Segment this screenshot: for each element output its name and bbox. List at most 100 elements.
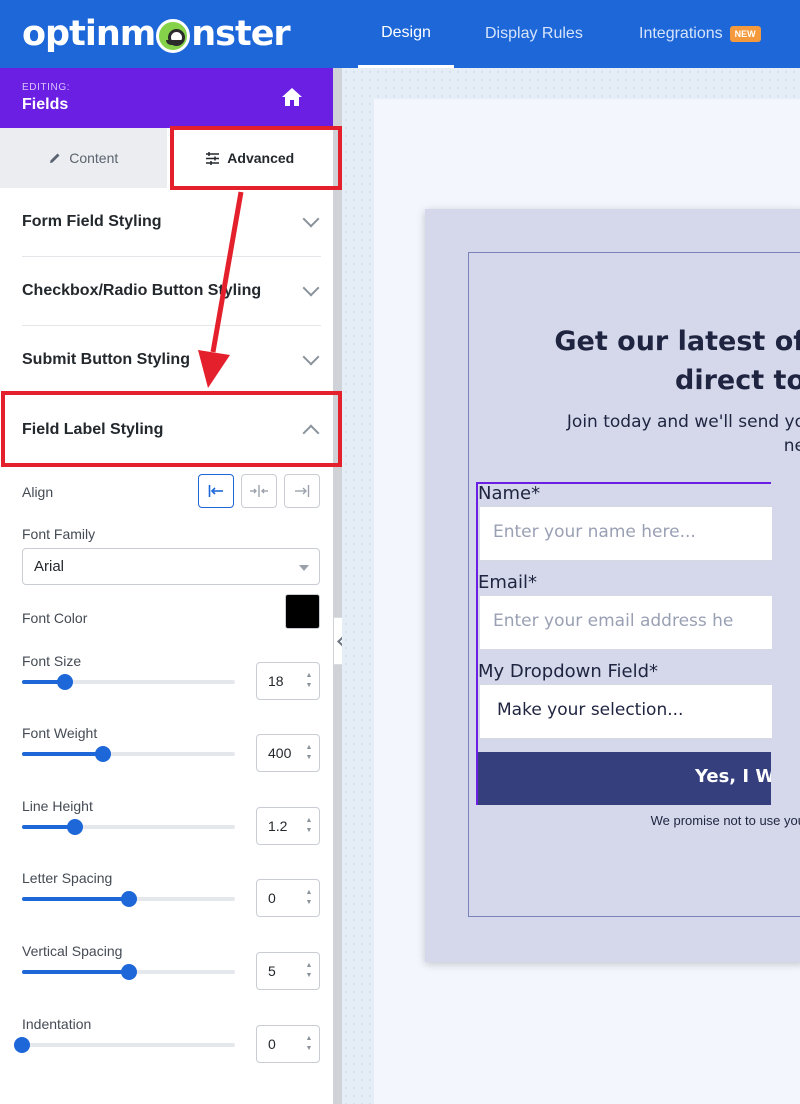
slider-control: Line Height 1.2 ▲ ▼ bbox=[22, 798, 320, 845]
number-input[interactable]: 0 ▲ ▼ bbox=[256, 1025, 320, 1063]
slider-control: Letter Spacing 0 ▲ ▼ bbox=[22, 870, 320, 917]
slider-label: Indentation bbox=[22, 1016, 92, 1032]
editing-header: EDITING: Fields bbox=[0, 68, 333, 128]
dropdown-select[interactable]: Make your selection... bbox=[479, 684, 772, 739]
font-color-label: Font Color bbox=[22, 610, 88, 626]
font-family-select[interactable]: Arial bbox=[22, 548, 320, 585]
slider-track[interactable] bbox=[22, 674, 235, 690]
email-input[interactable]: Enter your email address he bbox=[479, 595, 772, 650]
slider-label: Letter Spacing bbox=[22, 870, 113, 886]
headline-line-2: direct to bbox=[675, 365, 800, 396]
home-icon[interactable] bbox=[281, 87, 303, 107]
slider-knob[interactable] bbox=[120, 964, 137, 980]
slider-track[interactable] bbox=[22, 891, 235, 907]
slider-fill bbox=[22, 752, 103, 756]
number-input[interactable]: 0 ▲ ▼ bbox=[256, 879, 320, 917]
tab-design[interactable]: Design bbox=[358, 0, 454, 68]
font-family-control: Font Family Arial bbox=[22, 526, 320, 585]
slider-fill bbox=[22, 970, 129, 974]
slider-track[interactable] bbox=[22, 819, 235, 835]
chevron-down-icon bbox=[302, 210, 320, 228]
number-value: 0 bbox=[268, 1036, 276, 1052]
slider-track[interactable] bbox=[22, 964, 235, 980]
align-right-icon bbox=[295, 485, 310, 497]
new-badge: NEW bbox=[729, 26, 761, 42]
stepper-icon[interactable]: ▲ ▼ bbox=[305, 816, 313, 836]
slider-track[interactable] bbox=[22, 746, 235, 762]
chevron-down-icon bbox=[302, 279, 320, 297]
section-submit-button-styling[interactable]: Submit Button Styling bbox=[22, 326, 321, 395]
font-family-value: Arial bbox=[34, 558, 65, 575]
highlight-advanced-tab bbox=[170, 126, 342, 190]
section-checkbox-radio-styling[interactable]: Checkbox/Radio Button Styling bbox=[22, 257, 321, 326]
subheadline-line-2: ne bbox=[783, 436, 800, 456]
privacy-note: We promise not to use you bbox=[650, 813, 800, 828]
slider-track[interactable] bbox=[14, 1037, 235, 1053]
editing-title: Fields bbox=[22, 96, 69, 113]
optin-form[interactable]: Name* Enter your name here... Email* Ent… bbox=[476, 482, 772, 805]
logo-text-left: optinm bbox=[22, 14, 156, 54]
slider-knob[interactable] bbox=[56, 674, 73, 690]
number-input[interactable]: 1.2 ▲ ▼ bbox=[256, 807, 320, 845]
tab-content-label: Content bbox=[69, 150, 119, 166]
section-title: Form Field Styling bbox=[22, 213, 162, 230]
dropdown-field-label: My Dropdown Field* bbox=[478, 661, 659, 682]
tab-display-rules-label: Display Rules bbox=[485, 25, 583, 42]
logo-text-right: nster bbox=[191, 14, 290, 54]
stepper-icon[interactable]: ▲ ▼ bbox=[305, 743, 313, 763]
chevron-down-icon bbox=[302, 348, 320, 366]
tab-integrations-label: Integrations bbox=[639, 25, 723, 42]
name-input[interactable]: Enter your name here... bbox=[479, 506, 772, 561]
section-title: Checkbox/Radio Button Styling bbox=[22, 282, 262, 299]
campaign-popup: Get our latest of direct to Join today a… bbox=[425, 209, 800, 962]
slider-control: Font Weight 400 ▲ ▼ bbox=[22, 725, 320, 772]
slider-knob[interactable] bbox=[94, 746, 111, 762]
stepper-icon[interactable]: ▲ ▼ bbox=[305, 888, 313, 908]
tab-display-rules[interactable]: Display Rules bbox=[485, 0, 583, 68]
slider-control: Indentation 0 ▲ ▼ bbox=[14, 1016, 320, 1063]
section-form-field-styling[interactable]: Form Field Styling bbox=[22, 188, 321, 257]
number-value: 1.2 bbox=[268, 818, 288, 834]
align-buttons bbox=[198, 474, 320, 508]
number-value: 5 bbox=[268, 963, 276, 979]
submit-button[interactable]: Yes, I W bbox=[478, 752, 771, 805]
slider-fill bbox=[22, 897, 129, 901]
editing-label: EDITING: bbox=[22, 82, 71, 93]
tab-design-label: Design bbox=[381, 23, 431, 41]
stepper-icon[interactable]: ▲ ▼ bbox=[305, 1034, 313, 1054]
highlight-field-label-styling bbox=[1, 391, 342, 467]
number-value: 18 bbox=[268, 673, 284, 689]
popup-subheadline[interactable]: Join today and we'll send yo ne bbox=[567, 410, 800, 458]
align-label: Align bbox=[22, 484, 54, 500]
align-center-button[interactable] bbox=[241, 474, 277, 508]
tab-integrations[interactable]: Integrations NEW bbox=[639, 0, 761, 68]
align-left-icon bbox=[208, 485, 223, 497]
headline-line-1: Get our latest of bbox=[554, 326, 800, 357]
section-title: Submit Button Styling bbox=[22, 351, 190, 368]
number-value: 0 bbox=[268, 890, 276, 906]
align-right-button[interactable] bbox=[284, 474, 320, 508]
slider-control: Vertical Spacing 5 ▲ ▼ bbox=[22, 943, 320, 990]
stepper-icon[interactable]: ▲ ▼ bbox=[305, 671, 313, 691]
subheadline-line-1: Join today and we'll send yo bbox=[566, 412, 800, 432]
preview-canvas: Get our latest of direct to Join today a… bbox=[342, 68, 800, 1104]
slider-knob[interactable] bbox=[120, 891, 137, 907]
pencil-icon bbox=[50, 153, 60, 163]
align-left-button[interactable] bbox=[198, 474, 234, 508]
name-field-label: Name* bbox=[478, 483, 541, 504]
slider-label: Vertical Spacing bbox=[22, 943, 123, 959]
slider-knob[interactable] bbox=[14, 1037, 30, 1053]
monster-icon bbox=[156, 19, 191, 53]
stepper-icon[interactable]: ▲ ▼ bbox=[305, 961, 313, 981]
tab-content[interactable]: Content bbox=[0, 128, 167, 188]
font-color-swatch[interactable] bbox=[285, 594, 320, 629]
font-color-control: Font Color bbox=[22, 594, 320, 629]
popup-headline[interactable]: Get our latest of direct to bbox=[554, 322, 800, 400]
optinmonster-logo[interactable]: optinm nster bbox=[22, 12, 291, 56]
number-input[interactable]: 400 ▲ ▼ bbox=[256, 734, 320, 772]
number-input[interactable]: 18 ▲ ▼ bbox=[256, 662, 320, 700]
align-center-icon bbox=[250, 485, 268, 497]
slider-control: Font Size 18 ▲ ▼ bbox=[22, 653, 320, 700]
number-input[interactable]: 5 ▲ ▼ bbox=[256, 952, 320, 990]
font-family-label: Font Family bbox=[22, 526, 96, 542]
